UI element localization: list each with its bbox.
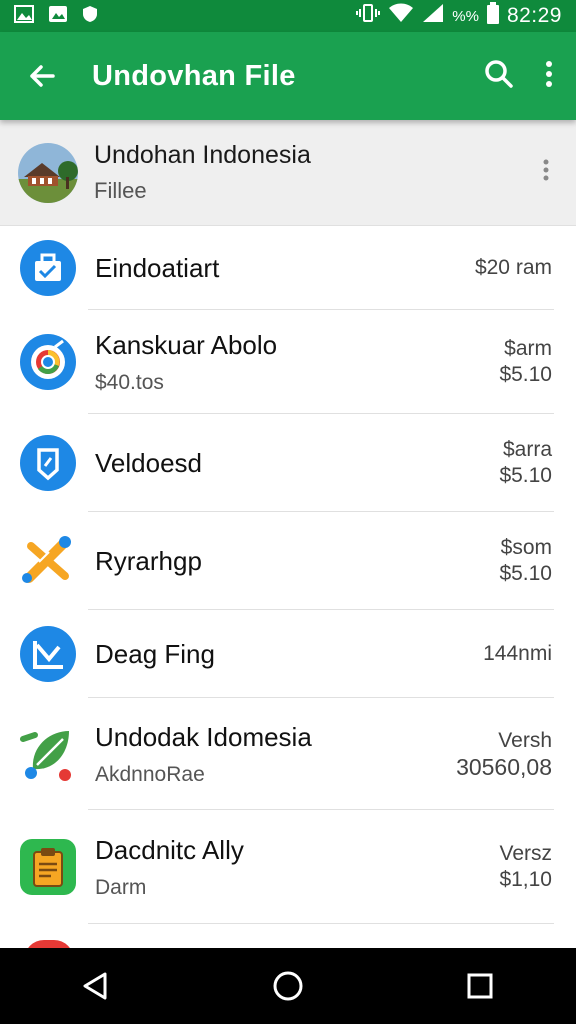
vibrate-icon bbox=[356, 3, 381, 29]
item-meta: Versz bbox=[499, 842, 552, 865]
search-icon[interactable] bbox=[484, 59, 514, 94]
list-item[interactable]: Kanskuar Abolo $40.tos $arm $5.10 bbox=[0, 310, 576, 414]
item-meta: $arm bbox=[504, 337, 552, 360]
selected-header-item[interactable]: Undohan Indonesia Fillee bbox=[0, 120, 576, 226]
briefcase-icon bbox=[19, 239, 77, 297]
item-meta: $arra bbox=[502, 438, 552, 461]
leaf-icon bbox=[19, 725, 77, 783]
signal-icon bbox=[422, 3, 444, 29]
item-subtitle: AkdnnoRae bbox=[95, 762, 205, 786]
location-photo bbox=[18, 142, 78, 203]
shield-note-icon bbox=[19, 434, 77, 492]
item-title: Kanskuar Abolo bbox=[95, 329, 278, 360]
wifi-icon bbox=[388, 3, 414, 29]
item-title: Veldoesd bbox=[95, 447, 202, 478]
status-bar: %% 82:29 bbox=[0, 0, 576, 32]
item-title: Undodak Idomesia bbox=[95, 721, 312, 752]
item-overflow-icon[interactable] bbox=[542, 158, 550, 187]
arrow-back-icon[interactable] bbox=[22, 56, 62, 96]
item-meta: $som bbox=[500, 536, 552, 559]
back-triangle-icon[interactable] bbox=[66, 956, 126, 1016]
item-price: 30560,08 bbox=[456, 754, 552, 780]
home-circle-icon[interactable] bbox=[258, 956, 318, 1016]
recents-square-icon[interactable] bbox=[450, 956, 510, 1016]
header-title: Undohan Indonesia bbox=[94, 141, 311, 169]
list-item[interactable]: Deag Fing 144nmi bbox=[0, 610, 576, 698]
shield-icon bbox=[82, 5, 98, 28]
clock: 82:29 bbox=[506, 4, 562, 27]
item-title: Ryrarhgp bbox=[95, 545, 202, 576]
image-icon bbox=[14, 4, 34, 28]
gallery-icon bbox=[48, 5, 68, 28]
list-item[interactable]: Dacdnitc Ally Darm Versz $1,10 bbox=[0, 810, 576, 924]
item-meta: $20 ram bbox=[474, 256, 552, 279]
header-subtitle: Fillee bbox=[94, 178, 147, 203]
list-item[interactable]: Veldoesd $arra $5.10 bbox=[0, 414, 576, 512]
list-item[interactable]: Eindoatiart $20 ram bbox=[0, 226, 576, 310]
item-subtitle: Darm bbox=[95, 875, 147, 899]
item-price: $5.10 bbox=[499, 562, 552, 585]
item-subtitle: $40.tos bbox=[95, 370, 164, 394]
system-nav-bar bbox=[0, 948, 576, 1024]
item-title: Deag Fing bbox=[95, 638, 215, 669]
battery-percent: %% bbox=[452, 7, 479, 25]
tools-icon bbox=[19, 532, 77, 590]
item-price: $1,10 bbox=[499, 868, 552, 891]
chrome-icon bbox=[19, 333, 77, 391]
page-title: Undovhan File bbox=[92, 59, 296, 92]
list-item[interactable]: Ryrarhgp $som $5.10 bbox=[0, 512, 576, 610]
clipboard-icon bbox=[19, 838, 77, 896]
item-title: Eindoatiart bbox=[95, 252, 220, 283]
more-vert-icon[interactable] bbox=[544, 59, 554, 94]
app-bar: Undovhan File bbox=[0, 32, 576, 120]
item-title: Dacdnitc Ally bbox=[95, 834, 244, 865]
item-meta: Versh bbox=[498, 729, 552, 752]
file-list: Eindoatiart $20 ram Kanskuar Abolo $40.t… bbox=[0, 226, 576, 924]
item-price: $5.10 bbox=[499, 363, 552, 386]
item-meta: 144nmi bbox=[483, 642, 552, 665]
chart-icon bbox=[19, 625, 77, 683]
item-price: $5.10 bbox=[499, 464, 552, 487]
list-item[interactable]: Undodak Idomesia AkdnnoRae Versh 30560,0… bbox=[0, 698, 576, 810]
divider bbox=[88, 923, 554, 924]
battery-icon bbox=[486, 2, 499, 30]
